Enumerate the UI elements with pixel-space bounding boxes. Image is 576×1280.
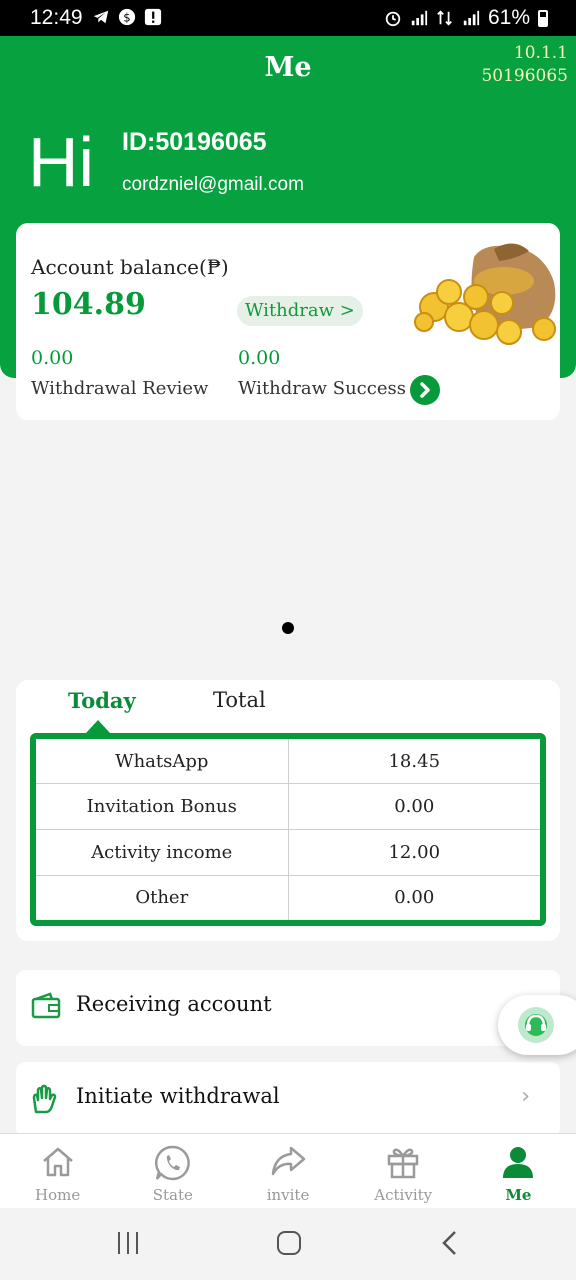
income-table-box: WhatsApp 18.45 Invitation Bonus 0.00 Act…: [30, 733, 546, 926]
status-bar: 12:49 $ 61%: [0, 0, 576, 36]
share-icon: [271, 1146, 306, 1176]
greeting: Hi: [28, 123, 95, 201]
active-tab-indicator: [86, 720, 110, 733]
user-code: 50196065: [481, 66, 568, 86]
alarm-icon: [385, 11, 401, 27]
nav-invite[interactable]: invite: [230, 1134, 345, 1208]
user-icon: [503, 1147, 534, 1178]
withdraw-success-value: 0.00: [238, 347, 281, 369]
system-nav-bar: [0, 1208, 576, 1280]
table-row: Other 0.00: [36, 874, 540, 920]
row-value: 12.00: [287, 828, 540, 876]
wallet-icon: [31, 992, 61, 1019]
nav-me[interactable]: Me: [461, 1134, 576, 1208]
version-info: 10.1.1 50196065: [481, 42, 568, 88]
system-icons: 61%: [384, 6, 548, 30]
headset-icon: [518, 1007, 554, 1043]
withdraw-success-label: Withdraw Success: [238, 378, 406, 399]
signal-2-icon: [463, 10, 480, 26]
carousel-dot: [282, 622, 294, 634]
nav-label: Home: [34, 1186, 81, 1204]
menu-item-initiate-withdrawal[interactable]: Initiate withdrawal ›: [16, 1062, 560, 1138]
nav-label: Me: [505, 1186, 532, 1204]
home-icon: [42, 1147, 73, 1177]
nav-label: invite: [266, 1186, 310, 1204]
user-id: ID:50196065: [122, 128, 267, 156]
svg-text:$: $: [123, 11, 130, 25]
menu-item-receiving-account[interactable]: Receiving account: [16, 970, 560, 1046]
balance-value: 104.89: [31, 287, 146, 322]
row-label: Activity income: [36, 828, 289, 876]
chevron-right-icon: ›: [521, 1084, 530, 1109]
recent-apps-icon[interactable]: [116, 1230, 140, 1256]
row-value: 18.45: [287, 739, 540, 785]
withdrawal-review-value: 0.00: [31, 347, 74, 369]
battery-percent: 61%: [487, 6, 530, 29]
coin-bag-icon: [414, 243, 556, 345]
dollar-icon: $: [118, 8, 136, 26]
nav-label: Activity: [374, 1186, 433, 1204]
menu-item-label: Receiving account: [76, 992, 272, 1016]
user-email: cordzniel@gmail.com: [122, 174, 304, 195]
notification-icons: $: [92, 8, 162, 26]
row-label: WhatsApp: [36, 739, 289, 785]
withdraw-button[interactable]: Withdraw >: [237, 296, 363, 326]
back-icon[interactable]: [440, 1230, 460, 1256]
table-row: Invitation Bonus 0.00: [36, 783, 540, 830]
row-value: 0.00: [287, 874, 540, 920]
app-version: 10.1.1: [513, 43, 568, 63]
balance-label: Account balance(₱): [31, 255, 229, 279]
tab-total[interactable]: Total: [213, 688, 266, 712]
row-label: Other: [36, 874, 289, 920]
home-system-icon[interactable]: [276, 1230, 302, 1256]
income-card: Today Total WhatsApp 18.45 Invitation Bo…: [16, 680, 560, 941]
table-row: Activity income 12.00: [36, 828, 540, 876]
balance-card: Account balance(₱) 104.89 Withdraw > 0.0…: [16, 223, 560, 420]
battery-icon: [538, 9, 548, 27]
data-icon: [437, 10, 452, 26]
alert-icon: [144, 8, 162, 26]
whatsapp-icon: [154, 1145, 190, 1181]
row-label: Invitation Bonus: [36, 783, 289, 830]
withdrawal-review-label: Withdrawal Review: [31, 378, 209, 399]
income-table: WhatsApp 18.45 Invitation Bonus 0.00 Act…: [36, 739, 540, 920]
signal-icon: [411, 10, 428, 26]
gift-icon: [387, 1148, 419, 1179]
tab-today[interactable]: Today: [68, 688, 136, 713]
hand-icon: [32, 1084, 57, 1114]
chevron-right-icon[interactable]: [410, 375, 440, 405]
telegram-icon: [93, 10, 109, 24]
customer-service-button[interactable]: [498, 995, 576, 1055]
bottom-nav: Home State invite Activity Me: [0, 1133, 576, 1208]
nav-state[interactable]: State: [115, 1134, 230, 1208]
nav-home[interactable]: Home: [0, 1134, 115, 1208]
row-value: 0.00: [287, 783, 540, 830]
menu-item-label: Initiate withdrawal: [76, 1084, 280, 1108]
nav-activity[interactable]: Activity: [346, 1134, 461, 1208]
status-time: 12:49: [30, 6, 83, 29]
table-row: WhatsApp 18.45: [36, 739, 540, 785]
nav-label: State: [152, 1186, 193, 1204]
